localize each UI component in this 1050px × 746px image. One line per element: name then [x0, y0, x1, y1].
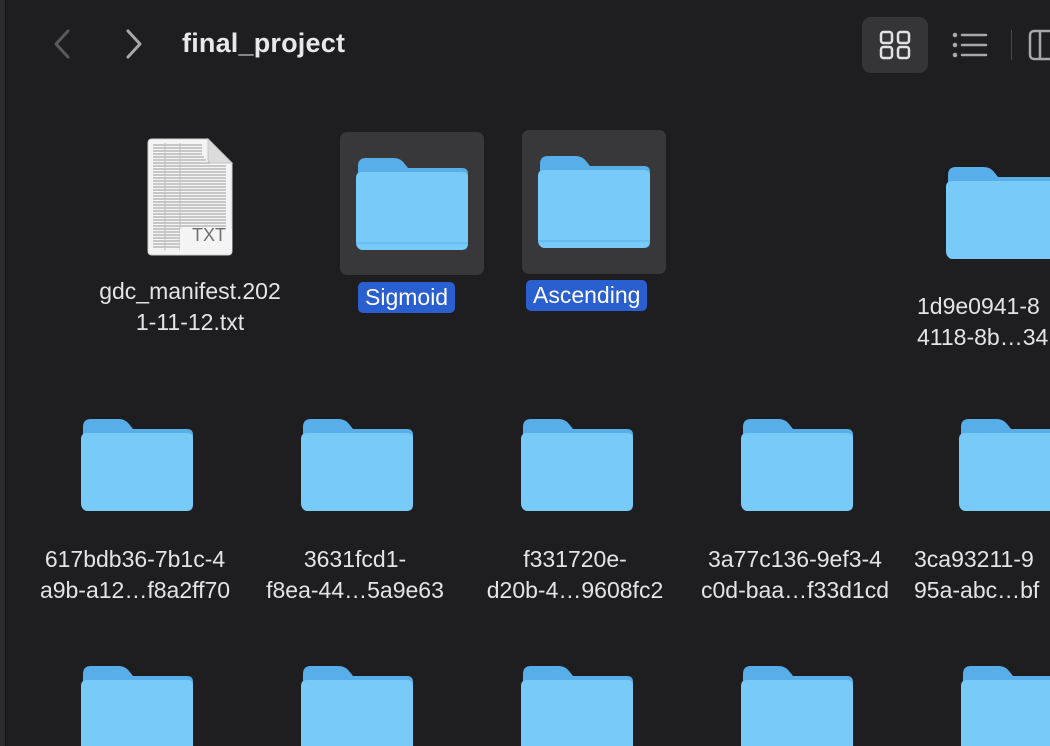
folder-icon: [75, 662, 199, 746]
folder-name: 617bdb36-7b1c-4 a9b-a12…f8a2ff70: [39, 546, 231, 603]
folder-icon: [75, 410, 199, 520]
list-view-button[interactable]: [937, 17, 1003, 73]
chevron-left-icon: [54, 29, 70, 59]
folder-name: Sigmoid: [358, 282, 456, 313]
folder-icon: [515, 410, 639, 520]
folder-item[interactable]: 3ca93211-9 95a-abc…bf: [905, 410, 1050, 610]
folder-item[interactable]: f331720e- d20b-4…9608fc2: [465, 410, 685, 610]
folder-item-ascending[interactable]: Ascending: [522, 130, 672, 320]
finder-window: final_project TXT gdc_manifest.202 1-11-…: [0, 0, 1050, 746]
folder-icon: [942, 158, 1050, 268]
folder-icon: [955, 662, 1050, 746]
folder-icon: [955, 410, 1050, 520]
grid-icon: [879, 30, 911, 60]
folder-item-sigmoid[interactable]: Sigmoid: [340, 130, 490, 320]
folder-icon: [735, 662, 859, 746]
folder-item[interactable]: 617bdb36-7b1c-4 a9b-a12…f8a2ff70: [25, 410, 245, 610]
folder-name: 3a77c136-9ef3-4 c0d-baa…f33d1cd: [701, 546, 889, 603]
folder-icon: [295, 410, 419, 520]
txt-badge: TXT: [192, 225, 226, 245]
folder-icon: [735, 410, 859, 520]
toolbar: final_project: [5, 0, 1050, 90]
folder-name: f331720e- d20b-4…9608fc2: [486, 546, 664, 603]
window-title: final_project: [182, 28, 346, 58]
column-view-button[interactable]: [1027, 28, 1050, 62]
folder-name: Ascending: [526, 280, 648, 311]
folder-name: 3ca93211-9 95a-abc…bf: [914, 546, 1040, 603]
folder-item[interactable]: 1d9e0941-8 4118-8b…34: [910, 140, 1050, 360]
file-item[interactable]: TXT gdc_manifest.202 1-11-12.txt: [80, 130, 300, 350]
txt-file-icon: TXT: [130, 132, 250, 262]
folder-icon: [340, 132, 484, 275]
forward-button[interactable]: [113, 24, 153, 64]
folder-item[interactable]: 3631fcd1- f8ea-44…5a9e63: [245, 410, 465, 610]
folder-item[interactable]: 3a77c136-9ef3-4 c0d-baa…f33d1cd: [685, 410, 905, 610]
folder-name: 1d9e0941-8 4118-8b…34: [917, 293, 1049, 350]
chevron-right-icon: [126, 29, 142, 59]
folder-icon: [295, 662, 419, 746]
list-icon: [952, 32, 988, 58]
folder-item[interactable]: [955, 662, 1050, 746]
sidebar-edge: [0, 0, 6, 746]
folder-name: 3631fcd1- f8ea-44…5a9e63: [266, 546, 444, 603]
folder-item[interactable]: [515, 662, 639, 746]
columns-icon: [1028, 29, 1050, 61]
file-name: gdc_manifest.202 1-11-12.txt: [99, 278, 281, 335]
icon-view-button[interactable]: [862, 17, 928, 73]
folder-item[interactable]: [735, 662, 859, 746]
toolbar-divider: [1011, 30, 1012, 60]
back-button[interactable]: [43, 24, 83, 64]
folder-icon: [522, 130, 666, 274]
folder-item[interactable]: [75, 662, 199, 746]
folder-icon: [515, 662, 639, 746]
folder-item[interactable]: [295, 662, 419, 746]
